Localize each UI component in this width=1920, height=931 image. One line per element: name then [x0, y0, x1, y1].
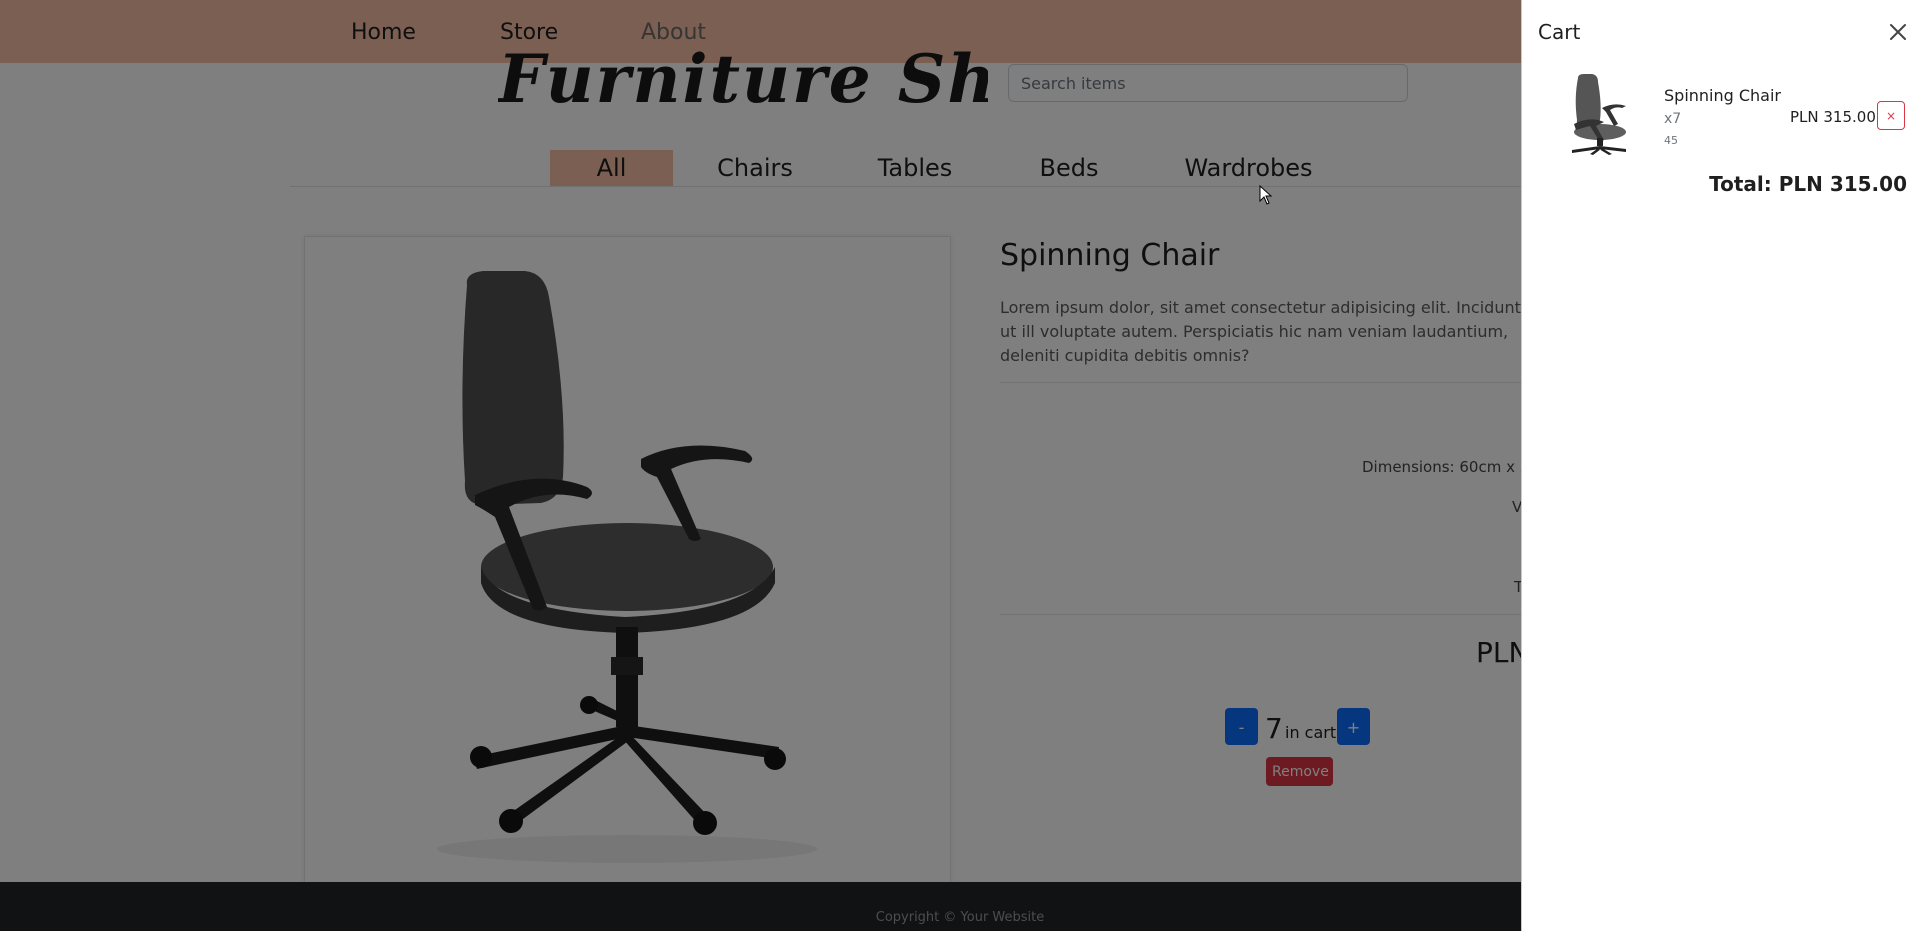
cart-item-quantity: x7	[1664, 111, 1682, 127]
close-icon	[1890, 24, 1906, 40]
close-cart-button[interactable]	[1886, 20, 1910, 44]
office-chair-thumbnail	[1572, 74, 1626, 155]
cart-title: Cart	[1538, 20, 1581, 44]
cart-item-id: 45	[1664, 134, 1678, 147]
cart-offcanvas: Cart Spinning Chair x7 45 PLN 315.00 × T…	[1521, 0, 1920, 931]
mouse-cursor-icon	[1259, 185, 1273, 205]
cart-item-image	[1560, 74, 1632, 156]
cart-total: Total: PLN 315.00	[1709, 172, 1907, 196]
cart-item-remove-button[interactable]: ×	[1877, 101, 1905, 130]
cart-item-price: PLN 315.00	[1790, 108, 1876, 126]
cart-item-name: Spinning Chair	[1664, 86, 1782, 105]
